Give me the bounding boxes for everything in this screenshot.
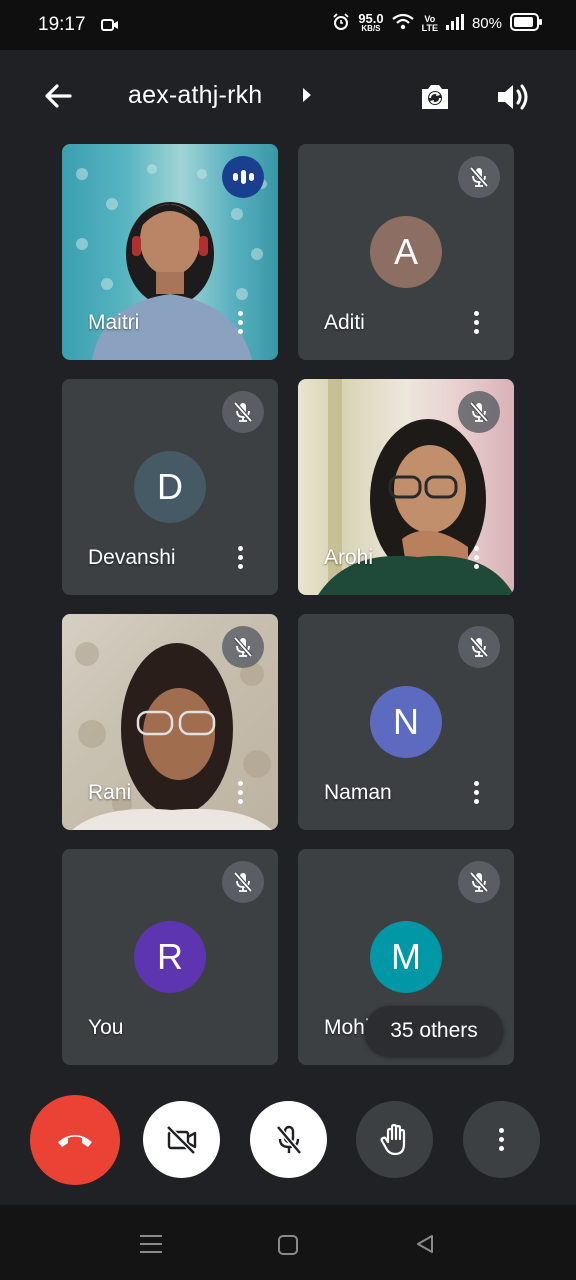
participant-options-button[interactable] [464, 776, 488, 808]
participant-tile-maitri[interactable]: Maitri [62, 144, 278, 360]
mic-off-icon [222, 391, 264, 433]
wifi-icon [391, 13, 414, 33]
back-button[interactable] [40, 78, 80, 118]
network-speed-unit: KB/S [361, 23, 381, 33]
avatar: R [134, 921, 206, 993]
participant-options-button[interactable] [228, 306, 252, 338]
recent-apps-icon[interactable] [140, 1235, 162, 1253]
participant-options-button[interactable] [464, 541, 488, 573]
participant-name: Maitri [88, 311, 140, 334]
avatar: A [370, 216, 442, 288]
avatar: M [370, 921, 442, 993]
participant-name: Arohi [324, 546, 374, 569]
participant-tile-you[interactable]: R You [62, 849, 278, 1065]
end-call-button[interactable] [30, 1095, 120, 1185]
meeting-code[interactable]: aex-athj-rkh [128, 81, 262, 110]
avatar: N [370, 686, 442, 758]
participant-tile-aditi[interactable]: A Aditi [298, 144, 514, 360]
participant-name: You [88, 1016, 124, 1039]
more-options-button[interactable] [463, 1101, 540, 1178]
participant-name: Rani [88, 781, 132, 804]
battery-percent: 80% [471, 15, 502, 32]
screen-record-icon [101, 18, 119, 37]
participant-name: Naman [324, 781, 392, 804]
avatar: D [134, 451, 206, 523]
volte-indicator: Vo LTE [421, 14, 438, 33]
status-icons: 95.0 KB/S Vo LTE 80% [332, 10, 542, 34]
call-controls [0, 1075, 576, 1205]
speaker-icon [498, 84, 528, 110]
camera-off-icon [165, 1124, 196, 1155]
switch-camera-button[interactable] [414, 76, 456, 118]
speaker-button[interactable] [492, 76, 534, 118]
mic-off-icon [222, 626, 264, 668]
alarm-icon [332, 13, 350, 34]
participant-tile-devanshi[interactable]: D Devanshi [62, 379, 278, 595]
end-call-icon [58, 1135, 92, 1147]
participant-tile-arohi[interactable]: Arohi [298, 379, 514, 595]
home-icon[interactable] [278, 1235, 298, 1255]
back-icon[interactable] [414, 1233, 436, 1260]
participant-options-button[interactable] [228, 541, 252, 573]
signal-icon [445, 14, 464, 33]
meeting-details-arrow-icon[interactable] [303, 88, 311, 102]
others-chip[interactable]: 35 others [365, 1006, 503, 1056]
network-speed: 95.0 KB/S [358, 10, 384, 34]
participant-options-button[interactable] [228, 776, 252, 808]
mic-off-icon [275, 1124, 302, 1155]
mic-off-icon [458, 391, 500, 433]
status-bar: 19:17 95.0 KB/S Vo LTE 80% [0, 0, 576, 50]
mic-off-icon [222, 861, 264, 903]
participant-tile-rani[interactable]: Rani [62, 614, 278, 830]
camera-toggle-button[interactable] [143, 1101, 220, 1178]
status-time: 19:17 [38, 14, 86, 35]
meeting-header: aex-athj-rkh [0, 50, 576, 142]
back-arrow-icon [45, 84, 72, 108]
switch-camera-icon [422, 85, 448, 109]
participant-name: Aditi [324, 311, 365, 334]
mic-off-icon [458, 861, 500, 903]
battery-icon [510, 13, 542, 34]
participant-name: Devanshi [88, 546, 176, 569]
more-options-icon [499, 1128, 504, 1133]
participant-tile-naman[interactable]: N Naman [298, 614, 514, 830]
participant-options-button[interactable] [464, 306, 488, 338]
mic-toggle-button[interactable] [250, 1101, 327, 1178]
volte-bottom: LTE [421, 22, 438, 33]
mic-off-icon [458, 626, 500, 668]
raise-hand-icon [380, 1123, 405, 1155]
network-speed-value: 95.0 [358, 10, 384, 26]
system-nav-bar [0, 1205, 576, 1280]
speaking-indicator-icon [222, 156, 264, 198]
raise-hand-button[interactable] [356, 1101, 433, 1178]
mic-off-icon [458, 156, 500, 198]
